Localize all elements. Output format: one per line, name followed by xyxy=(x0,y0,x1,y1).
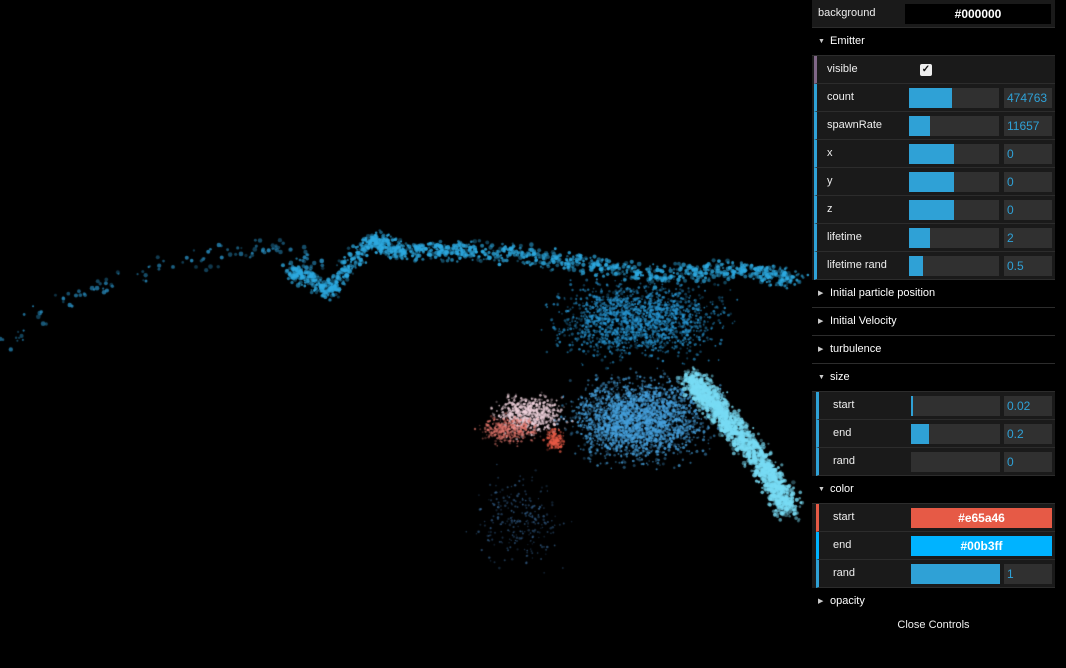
end-row: end 0.2 xyxy=(816,420,1055,448)
z-value[interactable]: 0 xyxy=(1004,200,1052,220)
count-value[interactable]: 474763 xyxy=(1004,88,1052,108)
controls-panel: background #000000 ▼ Emitter visible ✓ c… xyxy=(812,0,1055,616)
visible-checkbox[interactable]: ✓ xyxy=(920,64,932,76)
folder-initial-particle-position[interactable]: ▶ Initial particle position xyxy=(812,280,1055,308)
lifetime-rand-row: lifetime rand 0.5 xyxy=(814,252,1055,280)
triangle-right-icon: ▶ xyxy=(818,598,824,605)
triangle-right-icon: ▶ xyxy=(818,346,824,353)
color-start-input[interactable]: #e65a46 xyxy=(911,508,1052,528)
close-controls-button[interactable]: Close Controls xyxy=(812,614,1055,636)
spawnRate-row: spawnRate 11657 xyxy=(814,112,1055,140)
triangle-down-icon: ▼ xyxy=(818,486,825,493)
y-value[interactable]: 0 xyxy=(1004,172,1052,192)
z-slider[interactable] xyxy=(909,200,999,220)
color-end-row: end #00b3ff xyxy=(816,532,1055,560)
slider-fill xyxy=(911,424,929,444)
slider-fill xyxy=(909,116,930,136)
count-row: count 474763 xyxy=(814,84,1055,112)
count-slider[interactable] xyxy=(909,88,999,108)
z-row: z0 xyxy=(814,196,1055,224)
triangle-right-icon: ▶ xyxy=(818,290,824,297)
x-value[interactable]: 0 xyxy=(1004,144,1052,164)
lifetime-slider[interactable] xyxy=(909,228,999,248)
triangle-down-icon: ▼ xyxy=(818,374,825,381)
end-value[interactable]: 0.2 xyxy=(1004,424,1052,444)
folder-initial-velocity[interactable]: ▶ Initial Velocity xyxy=(812,308,1055,336)
color-rand-slider[interactable] xyxy=(911,564,1000,584)
y-row: y0 xyxy=(814,168,1055,196)
slider-fill xyxy=(909,200,954,220)
slider-fill xyxy=(909,88,952,108)
start-value[interactable]: 0.02 xyxy=(1004,396,1052,416)
color-end-input[interactable]: #00b3ff xyxy=(911,536,1052,556)
folder-turbulence[interactable]: ▶ turbulence xyxy=(812,336,1055,364)
lifetime-rand-slider[interactable] xyxy=(909,256,999,276)
color-rand-row: rand 1 xyxy=(816,560,1055,588)
background-row: background #000000 xyxy=(812,0,1055,28)
lifetime-value[interactable]: 2 xyxy=(1004,228,1052,248)
slider-fill xyxy=(911,564,1000,584)
background-color-input[interactable]: #000000 xyxy=(905,4,1051,24)
start-row: start 0.02 xyxy=(816,392,1055,420)
spawnRate-slider[interactable] xyxy=(909,116,999,136)
triangle-down-icon: ▼ xyxy=(818,38,825,45)
color-start-row: start #e65a46 xyxy=(816,504,1055,532)
slider-fill xyxy=(909,256,923,276)
rand-row: rand 0 xyxy=(816,448,1055,476)
lifetime-rand-value[interactable]: 0.5 xyxy=(1004,256,1052,276)
slider-fill xyxy=(909,228,930,248)
opacity-folder-title[interactable]: ▶ opacity xyxy=(812,588,1055,616)
emitter-folder-title[interactable]: ▼ Emitter xyxy=(812,28,1055,56)
slider-fill xyxy=(909,172,954,192)
rand-value[interactable]: 0 xyxy=(1004,452,1052,472)
end-slider[interactable] xyxy=(911,424,1000,444)
spawnRate-value[interactable]: 11657 xyxy=(1004,116,1052,136)
lifetime-row: lifetime 2 xyxy=(814,224,1055,252)
color-rand-value[interactable]: 1 xyxy=(1004,564,1052,584)
triangle-right-icon: ▶ xyxy=(818,318,824,325)
start-slider[interactable] xyxy=(911,396,1000,416)
background-label: background xyxy=(818,7,876,19)
x-row: x0 xyxy=(814,140,1055,168)
slider-fill xyxy=(909,144,954,164)
slider-fill xyxy=(911,396,913,416)
color-folder-title[interactable]: ▼ color xyxy=(812,476,1055,504)
y-slider[interactable] xyxy=(909,172,999,192)
rand-slider[interactable] xyxy=(911,452,1000,472)
x-slider[interactable] xyxy=(909,144,999,164)
visible-row: visible ✓ xyxy=(814,56,1055,84)
size-folder-title[interactable]: ▼ size xyxy=(812,364,1055,392)
